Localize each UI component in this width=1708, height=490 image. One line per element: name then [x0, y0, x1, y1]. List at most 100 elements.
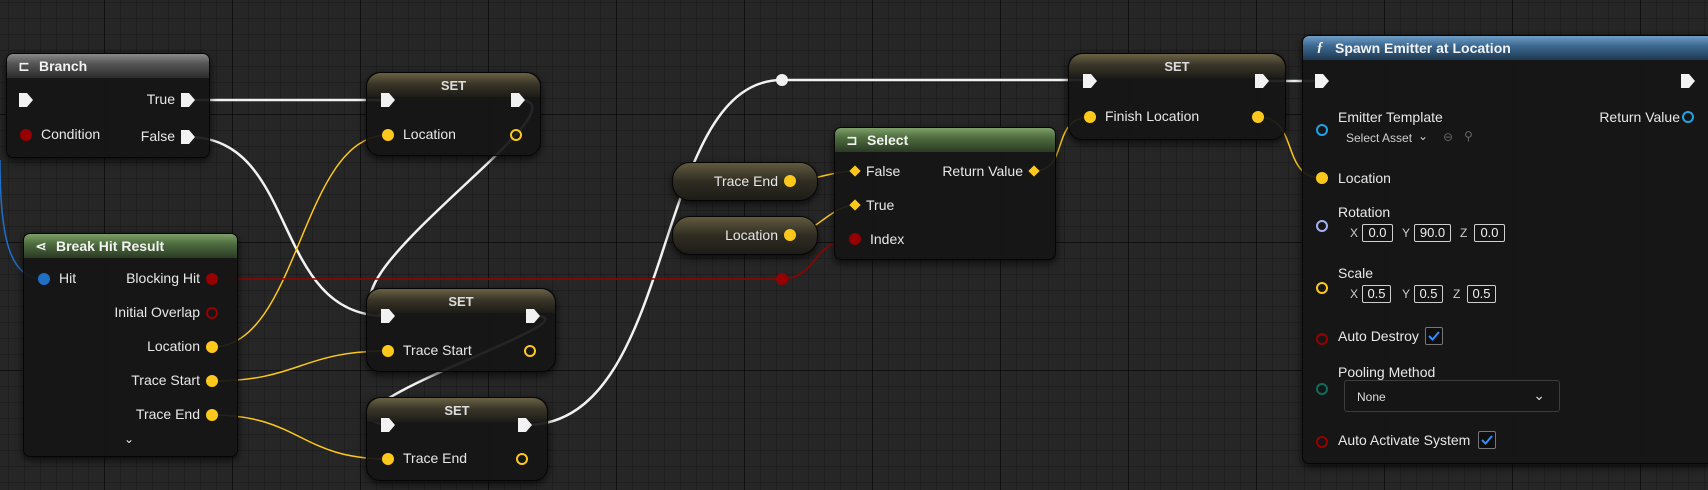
break-location-pin[interactable] — [206, 341, 218, 353]
rotation-y-input[interactable]: 90.0 — [1414, 224, 1451, 242]
set-location-exec-in-pin[interactable] — [380, 92, 396, 108]
checkmark-icon — [1481, 435, 1493, 445]
set-location-out-pin[interactable] — [510, 129, 522, 141]
rotation-pin[interactable] — [1316, 220, 1328, 232]
break-trace-start-label: Trace Start — [131, 372, 200, 388]
select-index-label: Index — [870, 231, 905, 247]
blocking-hit-pin[interactable] — [206, 273, 218, 285]
scale-x-axis: X — [1350, 287, 1359, 301]
set-finish-location-node[interactable]: SET — [1068, 53, 1286, 140]
blocking-hit-label: Blocking Hit — [126, 270, 200, 286]
set-trace-end-title: SET — [444, 402, 470, 418]
auto-activate-checkbox[interactable] — [1478, 431, 1496, 449]
set-trace-end-exec-in-pin[interactable] — [380, 417, 396, 433]
spawn-exec-out-pin[interactable] — [1680, 73, 1696, 89]
checkmark-icon — [1428, 331, 1440, 341]
pooling-method-dropdown[interactable]: None ⌄ — [1344, 380, 1560, 412]
branch-true-pin[interactable] — [180, 92, 196, 108]
scale-y-input[interactable]: 0.5 — [1414, 285, 1443, 303]
get-trace-end-out-pin[interactable] — [784, 175, 796, 187]
set-trace-start-exec-out-pin[interactable] — [525, 308, 541, 324]
set-trace-end-pin-label: Trace End — [403, 450, 468, 466]
branch-icon: ⊏ — [18, 57, 30, 74]
rotation-y-axis: Y — [1402, 226, 1411, 240]
function-icon: ƒ — [1316, 40, 1324, 55]
break-hit-in-label: Hit — [59, 270, 77, 286]
select-node[interactable]: ⊐ Select — [834, 127, 1056, 260]
branch-condition-pin[interactable] — [20, 129, 32, 141]
set-trace-end-out-pin[interactable] — [516, 453, 528, 465]
set-finish-exec-out-pin[interactable] — [1254, 73, 1270, 89]
set-finish-location-header[interactable]: SET — [1069, 54, 1285, 78]
set-location-node[interactable]: SET — [366, 72, 541, 156]
rotation-z-input[interactable]: 0.0 — [1474, 224, 1505, 242]
select-index-pin[interactable] — [849, 233, 861, 245]
rotation-x-input[interactable]: 0.0 — [1362, 224, 1393, 242]
auto-activate-label: Auto Activate System — [1338, 432, 1471, 448]
pooling-method-pin[interactable] — [1316, 383, 1328, 395]
auto-destroy-checkbox[interactable] — [1425, 327, 1443, 345]
browse-asset-icon[interactable]: ⊖ — [1443, 130, 1453, 144]
select-asset-dropdown[interactable]: Select Asset — [1346, 131, 1412, 145]
break-trace-end-label: Trace End — [135, 406, 200, 422]
set-trace-start-in-pin[interactable] — [382, 345, 394, 357]
spawn-location-label: Location — [1338, 170, 1391, 186]
scale-x-input[interactable]: 0.5 — [1362, 285, 1391, 303]
rotation-z-axis: Z — [1460, 226, 1468, 240]
branch-condition-label: Condition — [41, 126, 101, 142]
pooling-method-label: Pooling Method — [1338, 364, 1436, 380]
set-finish-out-pin[interactable] — [1252, 111, 1264, 123]
scale-pin[interactable] — [1316, 282, 1328, 294]
auto-destroy-pin[interactable] — [1316, 333, 1328, 345]
branch-header[interactable]: ⊏ Branch — [7, 54, 209, 78]
emitter-template-pin[interactable] — [1316, 124, 1328, 136]
auto-activate-pin[interactable] — [1316, 436, 1328, 448]
set-finish-location-title: SET — [1164, 58, 1190, 74]
vector-wire-trace-start — [211, 350, 389, 382]
spawn-emitter-title: Spawn Emitter at Location — [1335, 40, 1511, 56]
set-location-title: SET — [440, 77, 467, 93]
set-trace-end-node[interactable]: SET — [366, 397, 548, 481]
break-trace-start-pin[interactable] — [206, 375, 218, 387]
get-location-out-pin[interactable] — [784, 229, 796, 241]
spawn-return-pin[interactable] — [1682, 111, 1694, 123]
set-trace-start-out-pin[interactable] — [524, 345, 536, 357]
branch-true-label: True — [146, 91, 175, 107]
set-trace-start-node[interactable]: SET — [366, 288, 556, 372]
set-location-exec-out-pin[interactable] — [510, 92, 526, 108]
initial-overlap-pin[interactable] — [206, 307, 218, 319]
select-title: Select — [867, 132, 909, 148]
branch-false-label: False — [140, 128, 175, 144]
chevron-down-icon[interactable]: ⌄ — [124, 432, 134, 446]
set-trace-end-in-pin[interactable] — [382, 453, 394, 465]
pooling-method-value: None — [1357, 390, 1386, 404]
set-trace-end-exec-out-pin[interactable] — [517, 417, 533, 433]
set-finish-exec-in-pin[interactable] — [1082, 73, 1098, 89]
emitter-template-label: Emitter Template — [1338, 109, 1443, 125]
vector-wire-trace-end — [211, 414, 389, 460]
set-location-pin-label: Location — [403, 126, 456, 142]
select-true-label: True — [866, 197, 895, 213]
chevron-down-icon: ⌄ — [1533, 387, 1545, 403]
break-hit-result-header[interactable]: ⋖ Break Hit Result — [24, 234, 237, 258]
spawn-emitter-header[interactable]: ƒ Spawn Emitter at Location — [1303, 36, 1708, 60]
branch-exec-in-pin[interactable] — [18, 92, 34, 108]
break-hit-in-pin[interactable] — [38, 273, 50, 285]
break-trace-end-pin[interactable] — [206, 409, 218, 421]
branch-false-pin[interactable] — [180, 129, 196, 145]
get-location-label: Location — [725, 227, 778, 243]
bool-reroute-node — [776, 273, 788, 285]
chevron-down-icon[interactable]: ⌄ — [1418, 129, 1428, 143]
spawn-location-pin[interactable] — [1316, 172, 1328, 184]
select-false-label: False — [866, 163, 901, 179]
spawn-exec-in-pin[interactable] — [1314, 73, 1330, 89]
select-header[interactable]: ⊐ Select — [835, 128, 1055, 152]
select-return-label: Return Value — [942, 163, 1023, 179]
break-struct-icon: ⋖ — [35, 237, 47, 254]
set-trace-start-pin-label: Trace Start — [403, 342, 472, 358]
scale-z-input[interactable]: 0.5 — [1467, 285, 1496, 303]
search-icon[interactable]: ⚲ — [1464, 129, 1473, 143]
set-finish-in-pin[interactable] — [1084, 111, 1096, 123]
set-location-in-pin[interactable] — [382, 129, 394, 141]
set-trace-start-exec-in-pin[interactable] — [380, 308, 396, 324]
